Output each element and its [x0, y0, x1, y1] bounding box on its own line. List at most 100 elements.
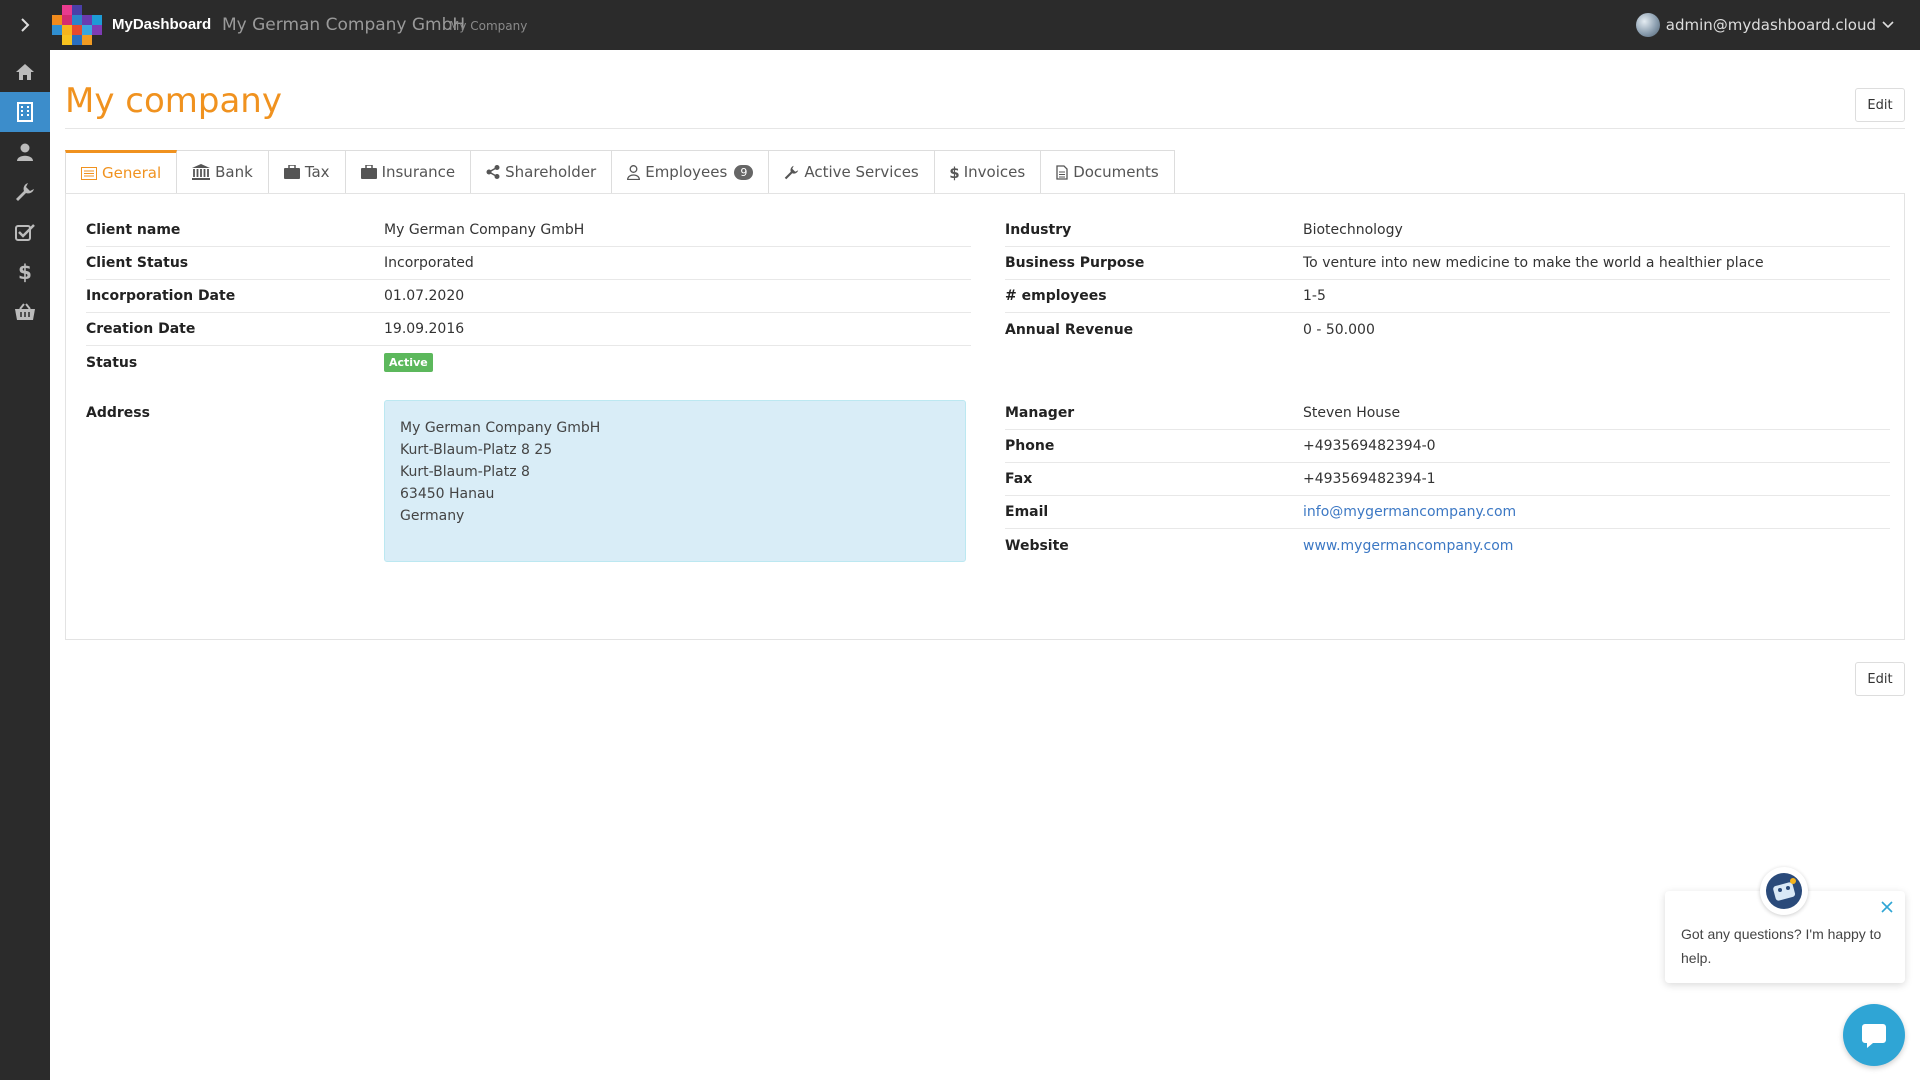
detail-row-manager: Manager Steven House — [1005, 397, 1890, 430]
address-label: Address — [86, 405, 150, 421]
tab-general[interactable]: General — [65, 150, 178, 194]
tab-label: Bank — [215, 163, 253, 181]
detail-label: Website — [1005, 537, 1069, 554]
brand-name[interactable]: MyDashboard — [112, 0, 211, 50]
tab-label: Tax — [304, 163, 330, 181]
detail-row-status: Status Active — [86, 346, 971, 379]
detail-row-fax: Fax +493569482394-1 — [1005, 463, 1890, 496]
address-line: 63450 Hanau — [400, 486, 495, 502]
detail-row-client-status: Client Status Incorporated — [86, 247, 971, 280]
detail-value: +493569482394-0 — [1303, 438, 1436, 454]
detail-label: Email — [1005, 504, 1049, 520]
detail-row-business-purpose: Business Purpose To venture into new med… — [1005, 247, 1890, 280]
tab-bar: General Bank Tax Insurance Shareholder E… — [65, 150, 1175, 194]
detail-value: To venture into new medicine to make the… — [1303, 255, 1764, 271]
address-box: My German Company GmbH Kurt-Blaum-Platz … — [384, 400, 966, 562]
title-divider — [65, 128, 1905, 129]
tab-documents[interactable]: Documents — [1041, 150, 1175, 194]
dollar-icon: $ — [18, 261, 32, 283]
close-icon[interactable] — [1879, 899, 1895, 915]
avatar — [1635, 13, 1660, 37]
detail-row-website: Website www.mygermancompany.com — [1005, 529, 1890, 562]
chevron-down-icon — [1882, 21, 1894, 29]
sidebar-toggle-button[interactable] — [0, 0, 50, 50]
company-name: My German Company GmbH — [222, 15, 466, 35]
edit-button-top[interactable]: Edit — [1855, 88, 1905, 122]
briefcase-icon — [360, 165, 377, 179]
detail-label: Manager — [1005, 405, 1075, 421]
robot-icon — [1766, 873, 1802, 909]
detail-row-annual-revenue: Annual Revenue 0 - 50.000 — [1005, 313, 1890, 346]
website-link[interactable]: www.mygermancompany.com — [1303, 538, 1513, 554]
detail-value: +493569482394-1 — [1303, 471, 1436, 487]
home-icon — [16, 64, 34, 80]
tab-label: Documents — [1073, 163, 1159, 181]
tab-label: Employees — [645, 163, 728, 181]
sidebar-item-users[interactable] — [0, 132, 50, 172]
tab-label: General — [102, 164, 162, 182]
top-bar: MyDashboard My German Company GmbH My Co… — [0, 0, 1920, 50]
employees-count-badge: 9 — [734, 164, 754, 180]
status-badge: Active — [384, 353, 433, 372]
wrench-icon — [16, 183, 34, 201]
detail-value: 01.07.2020 — [384, 288, 465, 304]
check-square-icon — [15, 224, 35, 241]
dollar-icon: $ — [950, 164, 959, 181]
chat-agent-avatar — [1760, 867, 1808, 915]
detail-label: Industry — [1005, 222, 1072, 238]
detail-value: Incorporated — [384, 255, 474, 271]
detail-value: My German Company GmbH — [384, 222, 585, 238]
list-icon — [81, 166, 97, 180]
sidebar-item-shop[interactable] — [0, 292, 50, 332]
address-line: My German Company GmbH — [400, 420, 601, 436]
detail-label: Annual Revenue — [1005, 321, 1134, 338]
tab-tax[interactable]: Tax — [268, 150, 346, 194]
edit-button-bottom[interactable]: Edit — [1855, 662, 1905, 696]
business-details: Industry Biotechnology Business Purpose … — [1005, 214, 1890, 346]
detail-value: 1-5 — [1303, 288, 1326, 304]
sidebar-item-company[interactable] — [0, 92, 50, 132]
tab-active-services[interactable]: Active Services — [769, 150, 935, 194]
sidebar-item-tasks[interactable] — [0, 212, 50, 252]
sidebar-item-home[interactable] — [0, 52, 50, 92]
share-icon — [486, 165, 500, 179]
sidebar: $ — [0, 50, 50, 1080]
detail-label: Client name — [86, 222, 181, 238]
detail-row-employees: # employees 1-5 — [1005, 280, 1890, 313]
svg-text:$: $ — [18, 261, 32, 283]
address-line: Germany — [400, 508, 465, 524]
detail-label: Incorporation Date — [86, 288, 236, 304]
detail-label: Client Status — [86, 255, 189, 271]
detail-row-industry: Industry Biotechnology — [1005, 214, 1890, 247]
sidebar-item-finance[interactable]: $ — [0, 252, 50, 292]
address-line: Kurt-Blaum-Platz 8 25 — [400, 442, 553, 458]
detail-row-email: Email info@mygermancompany.com — [1005, 496, 1890, 529]
detail-value: Steven House — [1303, 405, 1401, 421]
email-link[interactable]: info@mygermancompany.com — [1303, 504, 1516, 520]
detail-label: Phone — [1005, 438, 1055, 454]
detail-row-creation-date: Creation Date 19.09.2016 — [86, 313, 971, 346]
tab-invoices[interactable]: $ Invoices — [934, 150, 1042, 194]
tab-insurance[interactable]: Insurance — [345, 150, 472, 194]
tab-label: Shareholder — [505, 163, 597, 181]
user-menu[interactable]: admin@mydashboard.cloud — [1635, 0, 1894, 50]
general-panel: Client name My German Company GmbH Clien… — [65, 193, 1905, 640]
detail-label: Business Purpose — [1005, 255, 1145, 271]
tab-bank[interactable]: Bank — [177, 150, 269, 194]
detail-row-client-name: Client name My German Company GmbH — [86, 214, 971, 247]
tab-label: Insurance — [381, 163, 456, 181]
svg-text:$: $ — [950, 164, 959, 181]
detail-label: Fax — [1005, 471, 1033, 487]
chat-launcher-button[interactable] — [1843, 1004, 1905, 1066]
mydashboard-logo[interactable] — [50, 5, 105, 45]
bank-icon — [192, 164, 211, 180]
tab-shareholder[interactable]: Shareholder — [471, 150, 613, 194]
chevron-right-icon — [21, 18, 30, 32]
detail-label: Creation Date — [86, 321, 196, 337]
chat-message-text: Got any questions? I'm happy to help. — [1681, 926, 1882, 966]
tab-employees[interactable]: Employees 9 — [612, 150, 770, 194]
user-email: admin@mydashboard.cloud — [1665, 16, 1876, 34]
sidebar-item-services[interactable] — [0, 172, 50, 212]
user-icon — [17, 143, 33, 161]
company-subtitle: My Company — [449, 19, 528, 33]
